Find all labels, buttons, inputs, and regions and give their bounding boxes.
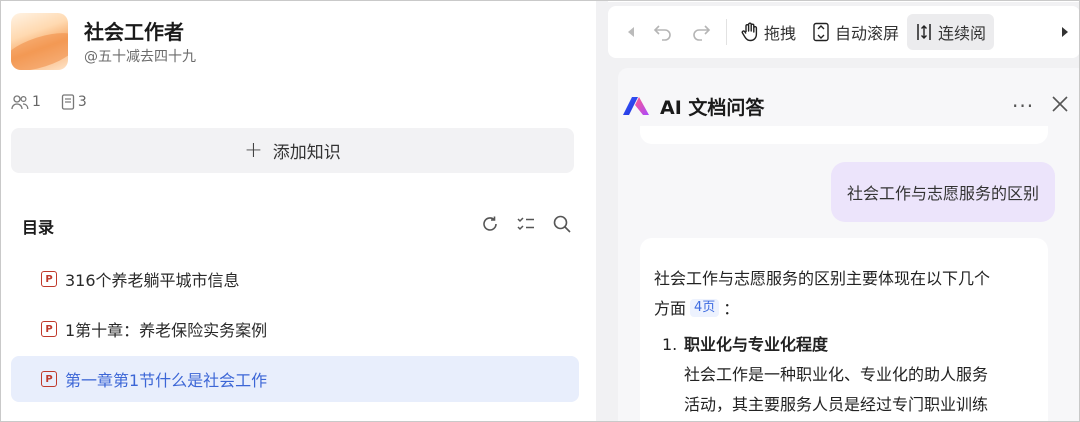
members-icon	[11, 95, 29, 110]
continuous-read-icon	[917, 24, 931, 40]
members-count: 1	[32, 94, 41, 110]
triangle-right-icon	[1062, 27, 1068, 37]
toolbar-separator	[726, 19, 727, 45]
hand-icon	[741, 22, 758, 42]
point-title: 职业化与专业化程度	[684, 335, 829, 354]
kb-subtitle: @五十减去四十九	[84, 49, 196, 65]
user-question-text: 社会工作与志愿服务的区别	[846, 184, 1039, 203]
redo-button[interactable]	[682, 14, 720, 50]
prev-page-button[interactable]	[618, 14, 644, 50]
answer-intro-text: 方面	[654, 299, 687, 318]
kb-stats: 1 3	[11, 94, 99, 110]
toc-item-label: 316个养老躺平城市信息	[65, 271, 240, 290]
close-icon[interactable]	[1050, 94, 1070, 118]
multi-select-icon[interactable]	[515, 213, 537, 235]
previous-message-bubble	[640, 126, 1048, 144]
answer-colon: ：	[723, 299, 740, 318]
answer-intro-line-2: 方面 4页：	[654, 294, 1034, 324]
toc-list: P 316个养老躺平城市信息 P 1第十章：养老保险实务案例 P 第一章第1节什…	[11, 256, 579, 406]
toc-item-label: 第一章第1节什么是社会工作	[65, 371, 268, 390]
toc-item-1[interactable]: P 316个养老躺平城市信息	[11, 256, 579, 302]
autoscroll-icon	[813, 22, 829, 42]
pdf-icon: P	[41, 271, 57, 287]
continuous-read-label: 连续阅	[938, 24, 987, 43]
autoscroll-label: 自动滚屏	[835, 24, 900, 43]
pdf-icon: P	[41, 321, 57, 337]
toc-item-2[interactable]: P 1第十章：养老保险实务案例	[11, 306, 579, 352]
toc-item-label: 1第十章：养老保险实务案例	[65, 321, 268, 340]
document-icon	[61, 94, 75, 110]
members-stat[interactable]: 1	[11, 94, 41, 110]
panel-divider[interactable]	[596, 1, 608, 421]
page-citation-badge[interactable]: 4页	[690, 299, 720, 317]
triangle-left-icon	[628, 27, 634, 37]
reader-panel: 拖拽 自动滚屏 连续阅 AI 文档问答 ··· 社会工作与志愿服务的区别 社会工…	[608, 2, 1079, 421]
point-number: 1.	[662, 335, 678, 354]
autoscroll-button[interactable]: 自动滚屏	[804, 14, 907, 50]
pdf-icon: P	[41, 371, 57, 387]
toc-item-3[interactable]: P 第一章第1节什么是社会工作	[11, 356, 579, 402]
redo-icon	[693, 25, 711, 41]
knowledge-base-panel: 社会工作者 @五十减去四十九 1 3 + 添加知识 目录 P 316个养老躺平城…	[2, 2, 596, 421]
toc-tools	[479, 213, 573, 235]
reader-toolbar: 拖拽 自动滚屏 连续阅	[608, 6, 1079, 58]
more-options-icon[interactable]: ···	[1012, 94, 1034, 118]
toc-title: 目录	[22, 218, 55, 237]
kb-avatar	[11, 13, 68, 70]
undo-button[interactable]	[644, 14, 682, 50]
plus-icon: +	[244, 137, 263, 163]
add-knowledge-label: 添加知识	[272, 143, 341, 163]
docs-stat[interactable]: 3	[61, 94, 87, 110]
search-icon[interactable]	[551, 213, 573, 235]
user-question-bubble: 社会工作与志愿服务的区别	[830, 162, 1055, 222]
app-window: 社会工作者 @五十减去四十九 1 3 + 添加知识 目录 P 316个养老躺平城…	[0, 0, 1080, 422]
answer-point-1: 1. 职业化与专业化程度 社会工作是一种职业化、专业化的助人服务 活动，其主要服…	[654, 330, 1034, 420]
ai-answer-bubble: 社会工作与志愿服务的区别主要体现在以下几个 方面 4页： 1. 职业化与专业化程度…	[640, 238, 1048, 421]
drag-tool-label: 拖拽	[764, 24, 797, 43]
point-body-line-2: 活动，其主要服务人员是经过专门职业训练	[684, 395, 989, 414]
toolbar-more-button[interactable]	[1050, 6, 1079, 58]
undo-icon	[653, 25, 671, 41]
answer-intro-line-1: 社会工作与志愿服务的区别主要体现在以下几个	[654, 269, 991, 288]
continuous-read-button[interactable]: 连续阅	[907, 14, 995, 50]
docs-count: 3	[77, 94, 87, 110]
point-body-line-1: 社会工作是一种职业化、专业化的助人服务	[684, 365, 989, 384]
ai-qa-title: AI 文档问答	[660, 97, 765, 119]
refresh-icon[interactable]	[479, 213, 501, 235]
kb-title: 社会工作者	[84, 20, 184, 44]
drag-tool-button[interactable]: 拖拽	[733, 14, 804, 50]
ai-qa-panel: AI 文档问答 ··· 社会工作与志愿服务的区别 社会工作与志愿服务的区别主要体…	[618, 68, 1079, 421]
ai-logo-icon	[621, 95, 651, 121]
add-knowledge-button[interactable]: + 添加知识	[11, 128, 574, 173]
